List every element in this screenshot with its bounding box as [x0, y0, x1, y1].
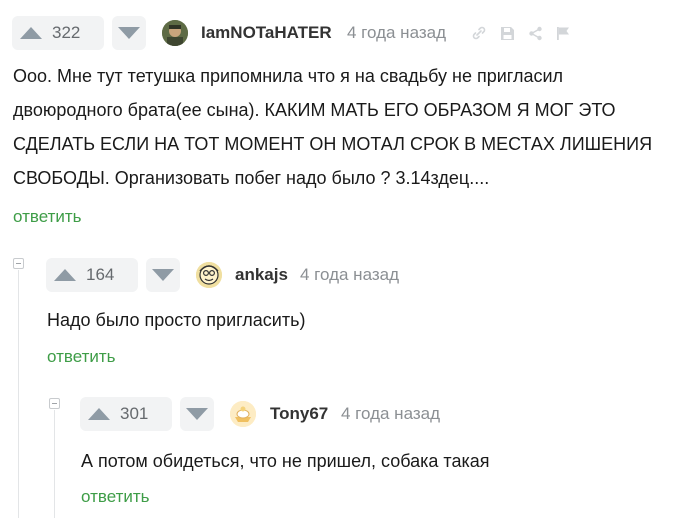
link-button[interactable] [470, 24, 488, 42]
comment-text-line: А потом обидеться, что не пришел, собака… [81, 451, 490, 471]
vote-box: 301 [80, 397, 172, 431]
downvote-arrow-icon [118, 27, 140, 39]
vote-score: 301 [120, 404, 149, 423]
reply-link[interactable]: ответить [47, 347, 116, 367]
share-icon [528, 26, 542, 40]
vote-score: 322 [52, 23, 81, 42]
avatar[interactable] [196, 262, 222, 288]
collapse-button[interactable] [13, 258, 24, 269]
avatar[interactable] [162, 20, 188, 46]
upvote-arrow-icon [20, 27, 42, 39]
downvote-button[interactable] [146, 258, 180, 292]
upvote-arrow-icon [54, 269, 76, 281]
comment-text-line: СВОБОДЫ. Организовать побег надо было ? … [13, 168, 490, 188]
comment-text: А потом обидеться, что не пришел, собака… [81, 444, 691, 478]
author-name[interactable]: ankajs [235, 265, 288, 285]
timestamp[interactable]: 4 года назад [341, 404, 440, 424]
upvote-arrow-icon [88, 408, 110, 420]
author-name[interactable]: IamNOTaHATER [201, 23, 332, 43]
report-button[interactable] [554, 24, 572, 42]
reply-link[interactable]: ответить [13, 207, 82, 227]
avatar[interactable] [230, 401, 256, 427]
thread-line [18, 270, 19, 518]
comment-tools [470, 24, 572, 42]
comment-text: Ооо. Мне тут тетушка припомнила что я на… [13, 59, 698, 195]
link-icon [472, 26, 486, 40]
comment-text: Надо было просто пригласить) [47, 303, 687, 337]
downvote-button[interactable] [112, 16, 146, 50]
comment-text-line: СДЕЛАТЬ ЕСЛИ НА ТОТ МОМЕНТ ОН МОТАЛ СРОК… [13, 134, 653, 154]
comment-text-line: Ооо. Мне тут тетушка припомнила что я на… [13, 66, 564, 86]
downvote-arrow-icon [186, 408, 208, 420]
thread-line [54, 410, 55, 518]
downvote-arrow-icon [152, 269, 174, 281]
save-button[interactable] [498, 24, 516, 42]
upvote-button[interactable] [12, 16, 50, 50]
upvote-button[interactable] [46, 258, 84, 292]
downvote-button[interactable] [180, 397, 214, 431]
vote-box: 322 [12, 16, 104, 50]
comment-text-line: двоюродного брата(ее сына). КАКИМ МАТЬ Е… [13, 100, 616, 120]
share-button[interactable] [526, 24, 544, 42]
flag-icon [557, 26, 569, 40]
comment-text-line: Надо было просто пригласить) [47, 310, 306, 330]
avatar-image [230, 401, 256, 427]
vote-box: 164 [46, 258, 138, 292]
avatar-image [162, 20, 188, 46]
avatar-image [196, 262, 222, 288]
vote-score: 164 [86, 265, 115, 284]
timestamp[interactable]: 4 года назад [300, 265, 399, 285]
save-icon [500, 26, 514, 40]
collapse-button[interactable] [49, 398, 60, 409]
upvote-button[interactable] [80, 397, 118, 431]
reply-link[interactable]: ответить [81, 487, 150, 507]
timestamp[interactable]: 4 года назад [347, 23, 446, 43]
author-name[interactable]: Tony67 [270, 404, 328, 424]
